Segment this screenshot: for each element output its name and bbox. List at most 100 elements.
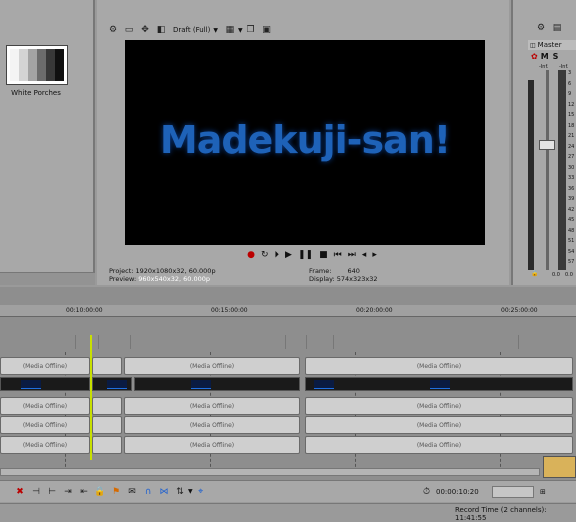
timeline-clip[interactable]	[92, 416, 122, 434]
in-out-field[interactable]	[492, 486, 534, 498]
meter-scale-label: 54	[568, 248, 575, 255]
video-clip[interactable]	[305, 377, 573, 391]
meter-scale-label: 42	[568, 206, 575, 213]
clip-label: (Media Offline)	[22, 403, 68, 410]
chevron-down-icon[interactable]: ▼	[238, 27, 243, 34]
clip-label: (Media Offline)	[189, 422, 235, 429]
next-marker-icon[interactable]: ▸	[372, 250, 377, 260]
fx-icon[interactable]: ✿	[531, 52, 538, 61]
prev-marker-icon[interactable]: ◂	[362, 250, 367, 260]
clip-label: (Media Offline)	[416, 363, 462, 370]
stop-icon[interactable]: ■	[319, 250, 328, 260]
preview-label: Preview:	[109, 275, 137, 283]
meter-scale-label: 18	[568, 122, 575, 129]
auto-ripple-icon[interactable]: ⋈	[158, 486, 170, 498]
split-screen-icon[interactable]: ✥	[139, 24, 151, 36]
copy-snapshot-icon[interactable]: ❐	[245, 24, 257, 36]
next-frame-icon[interactable]: ⏭	[348, 250, 356, 260]
prev-frame-icon[interactable]: ⏮	[334, 250, 342, 260]
save-snapshot-icon[interactable]: ▣	[261, 24, 273, 36]
snap-icon[interactable]: ∩	[142, 486, 154, 498]
time-field[interactable]: 00:00:10:20	[436, 488, 479, 496]
clip-label: (Media Offline)	[189, 442, 235, 449]
split-icon[interactable]: ⊢	[46, 486, 58, 498]
timeline-clip[interactable]: (Media Offline)	[305, 416, 573, 434]
video-clip[interactable]	[0, 377, 90, 391]
meter-scale-label: 33	[568, 175, 575, 182]
external-monitor-icon[interactable]: ▭	[123, 24, 135, 36]
timeline-clip[interactable]: (Media Offline)	[124, 416, 300, 434]
pause-icon[interactable]: ❚❚	[298, 250, 313, 260]
level-meter	[558, 70, 566, 270]
timeline-clip[interactable]	[92, 436, 122, 454]
marker-bar	[0, 335, 576, 355]
bottom-toolbar: ✖ ⊣ ⊢ ⇥ ⇤ 🔒 ⚑ ✉ ∩ ⋈ ⇅ ▼ ⌖ ⏱ 00:00:10:20 …	[0, 480, 576, 502]
video-preview: Madekuji-san!	[125, 40, 485, 245]
timeline-ruler[interactable]: 00:10:00:00 00:15:00:00 00:20:00:00 00:2…	[0, 305, 576, 317]
select-icon[interactable]: ⌖	[195, 486, 207, 498]
master-title-bar: ◫ Master	[528, 40, 576, 50]
trim-icon[interactable]: ⊣	[30, 486, 42, 498]
grid-icon[interactable]: ▦	[224, 24, 236, 36]
ruler-label: 00:10:00:00	[66, 307, 103, 314]
timeline-clip[interactable]: (Media Offline)	[124, 436, 300, 454]
title-text: Madekuji-san!	[159, 118, 451, 162]
timeline-clip[interactable]	[92, 397, 122, 415]
loop-icon[interactable]: ↻	[261, 250, 269, 260]
timeline-clip[interactable]: (Media Offline)	[305, 357, 573, 375]
master-title: Master	[537, 41, 562, 49]
meter-scale-label: 6	[568, 80, 572, 87]
mute-button[interactable]: M	[541, 52, 549, 61]
playhead[interactable]	[90, 335, 92, 460]
solo-button[interactable]: S	[553, 52, 559, 61]
thumbnail-caption: White Porches	[11, 89, 61, 97]
timeline-clip[interactable]: (Media Offline)	[305, 397, 573, 415]
meter-scale-label: 27	[568, 154, 575, 161]
clip-label: (Media Offline)	[22, 363, 68, 370]
delete-icon[interactable]: ✖	[14, 486, 26, 498]
timeline-clip[interactable]	[92, 357, 122, 375]
chevron-down-icon[interactable]: ▼	[188, 488, 193, 495]
gear-icon[interactable]: ⚙	[535, 22, 547, 34]
record-icon[interactable]: ●	[247, 250, 255, 260]
lock-icon[interactable]: 🔒	[531, 270, 538, 277]
timeline-clip[interactable]: (Media Offline)	[0, 357, 90, 375]
mixer-icon[interactable]: ▤	[551, 22, 563, 34]
comment-icon[interactable]: ✉	[126, 486, 138, 498]
flag-icon[interactable]: ⚑	[110, 486, 122, 498]
marker-icon[interactable]: ⇥	[62, 486, 74, 498]
timeline-clip[interactable]: (Media Offline)	[124, 397, 300, 415]
meter-scale-label: 24	[568, 143, 575, 150]
gear-icon[interactable]: ⚙	[107, 24, 119, 36]
quality-dropdown[interactable]: Draft (Full) ▼	[173, 26, 218, 34]
play-icon[interactable]: ▶	[285, 250, 292, 260]
timeline-clip[interactable]: (Media Offline)	[305, 436, 573, 454]
clip-label: (Media Offline)	[416, 442, 462, 449]
project-value: 1920x1080x32, 60.000p	[135, 267, 216, 275]
media-panel: White Porches	[0, 0, 95, 285]
fader-track	[546, 70, 549, 270]
chevron-down-icon: ▼	[213, 26, 218, 34]
timeline-clip[interactable]: (Media Offline)	[0, 416, 90, 434]
video-clip[interactable]	[134, 377, 300, 391]
meter-scale-label: 30	[568, 164, 575, 171]
video-clip[interactable]	[92, 377, 132, 391]
meter-scale-label: 21	[568, 133, 575, 140]
meter-scale-label: 48	[568, 227, 575, 234]
timeline-clip[interactable]: (Media Offline)	[0, 397, 90, 415]
region-icon[interactable]: ⇤	[78, 486, 90, 498]
media-thumbnail[interactable]	[6, 45, 68, 85]
overview-thumbnail	[543, 456, 576, 478]
timeline-scrollbar[interactable]	[0, 468, 540, 476]
play-from-start-icon[interactable]: ⏵	[275, 250, 280, 260]
timeline-clip[interactable]: (Media Offline)	[0, 436, 90, 454]
edit-tool-icon[interactable]: ⇅	[174, 486, 186, 498]
clip-label: (Media Offline)	[22, 422, 68, 429]
timeline-clip[interactable]: (Media Offline)	[124, 357, 300, 375]
project-label: Project:	[109, 267, 134, 275]
clip-label: (Media Offline)	[22, 442, 68, 449]
overlay-icon[interactable]: ◧	[155, 24, 167, 36]
clip-label: (Media Offline)	[416, 422, 462, 429]
lock-icon[interactable]: 🔒	[94, 486, 106, 498]
volume-fader[interactable]	[539, 140, 555, 150]
